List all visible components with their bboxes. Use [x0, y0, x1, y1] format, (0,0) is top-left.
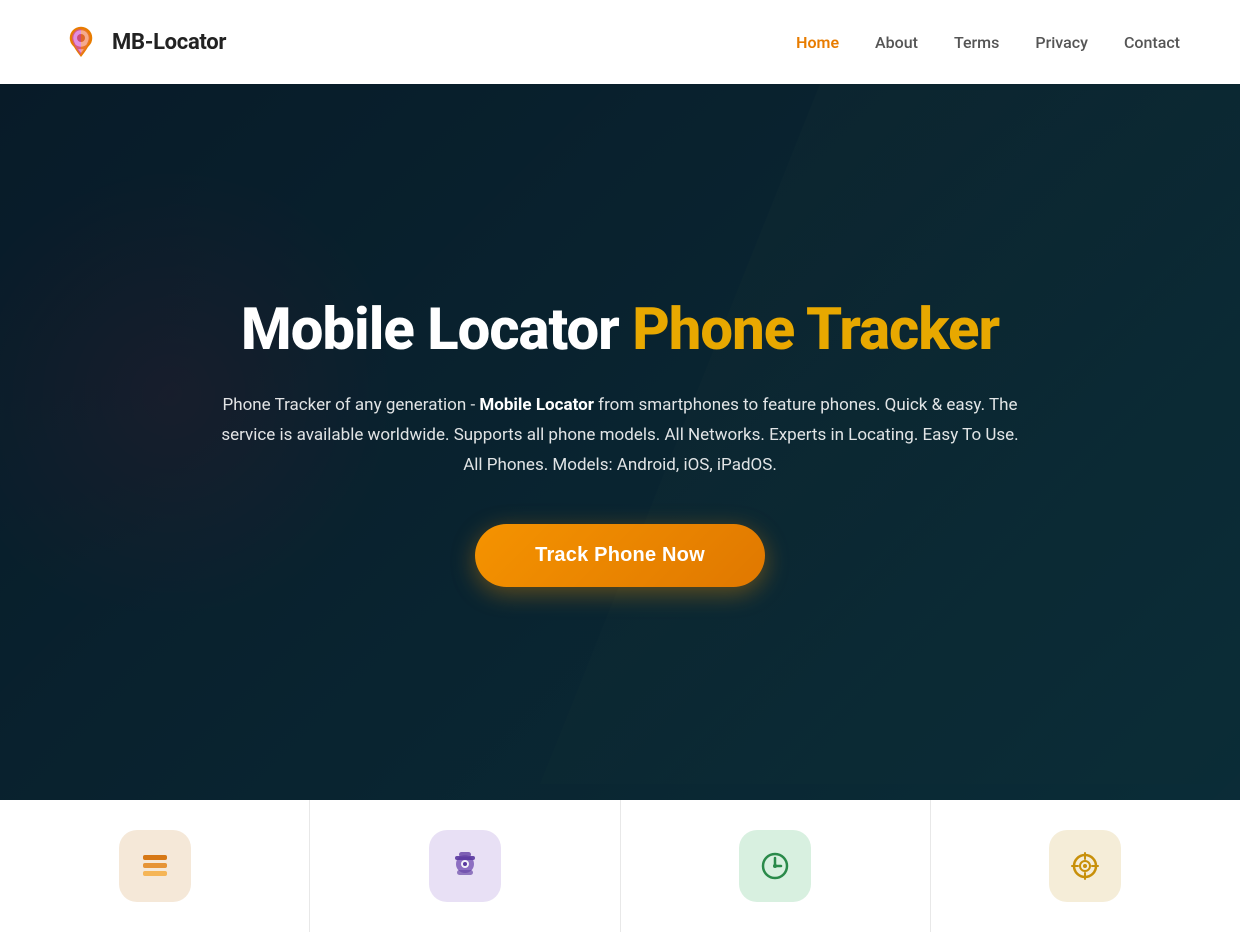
nav-item-terms[interactable]: Terms	[954, 33, 999, 52]
feature-icon-location	[1049, 830, 1121, 902]
feature-icon-clock	[739, 830, 811, 902]
track-phone-button[interactable]: Track Phone Now	[475, 524, 765, 587]
layers-icon	[137, 848, 173, 884]
spy-icon	[447, 848, 483, 884]
hero-subtitle: Phone Tracker of any generation - Mobile…	[210, 391, 1030, 480]
nav-link-contact[interactable]: Contact	[1124, 33, 1180, 52]
hero-title: Mobile Locator Phone Tracker	[210, 297, 1030, 364]
logo-icon	[60, 21, 102, 63]
hero-title-accent: Phone Tracker	[632, 296, 999, 364]
hero-section: Mobile Locator Phone Tracker Phone Track…	[0, 84, 1240, 800]
navbar: MB-Locator Home About Terms Privacy Cont…	[0, 0, 1240, 84]
nav-item-home[interactable]: Home	[796, 33, 839, 52]
features-section	[0, 800, 1240, 932]
logo-text: MB-Locator	[112, 30, 226, 55]
feature-card-2	[310, 800, 620, 932]
nav-link-privacy[interactable]: Privacy	[1035, 33, 1088, 52]
target-icon	[1067, 848, 1103, 884]
feature-card-3	[621, 800, 931, 932]
nav-link-terms[interactable]: Terms	[954, 33, 999, 52]
nav-link-home[interactable]: Home	[796, 33, 839, 52]
feature-card-4	[931, 800, 1240, 932]
nav-item-about[interactable]: About	[875, 33, 918, 52]
nav-item-privacy[interactable]: Privacy	[1035, 33, 1088, 52]
nav-links: Home About Terms Privacy Contact	[796, 33, 1180, 52]
hero-subtitle-prefix: Phone Tracker of any generation -	[223, 395, 480, 415]
nav-item-contact[interactable]: Contact	[1124, 33, 1180, 52]
clock-icon	[757, 848, 793, 884]
feature-icon-layers	[119, 830, 191, 902]
hero-content: Mobile Locator Phone Tracker Phone Track…	[170, 297, 1070, 588]
hero-title-main: Mobile Locator	[241, 296, 632, 364]
nav-link-about[interactable]: About	[875, 33, 918, 52]
feature-card-1	[0, 800, 310, 932]
logo[interactable]: MB-Locator	[60, 21, 226, 63]
feature-icon-spy	[429, 830, 501, 902]
hero-subtitle-brand: Mobile Locator	[479, 395, 594, 415]
